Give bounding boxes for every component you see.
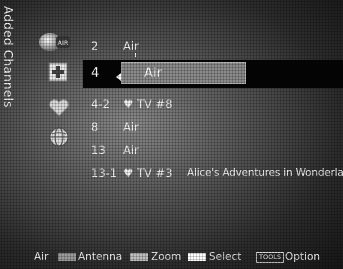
- option-button-label[interactable]: Option: [285, 245, 320, 269]
- channel-type: Air: [123, 143, 139, 157]
- channel-type: ♥ TV #8: [123, 97, 173, 111]
- svg-text:AIR: AIR: [58, 39, 69, 47]
- air-antenna-icon[interactable]: AIR: [38, 30, 72, 56]
- channel-row[interactable]: 4-2 ♥ TV #8: [83, 93, 343, 115]
- channel-number: 13: [91, 143, 106, 157]
- channel-number: 4-2: [91, 97, 110, 111]
- channel-number: 8: [91, 120, 99, 134]
- added-channel-plus-icon[interactable]: [48, 62, 68, 82]
- globe-icon[interactable]: [48, 126, 70, 148]
- antenna-key-icon: [58, 253, 76, 261]
- channel-type: Air: [123, 39, 139, 53]
- source-label: Air: [34, 251, 49, 263]
- tools-key-icon: TOOLS: [256, 252, 284, 263]
- channel-number: 2: [91, 39, 99, 53]
- select-key-icon: [188, 253, 206, 261]
- channel-list-screen: Added Channels AIR 2 Air 4 Air 4-2 ♥ TV …: [0, 0, 343, 269]
- channel-type: Air: [123, 120, 139, 134]
- channel-row[interactable]: 2 Air: [83, 35, 343, 57]
- channel-row[interactable]: 13 Air: [83, 139, 343, 161]
- button-guide-bar: Air Antenna Zoom Select TOOLS Option: [0, 245, 343, 269]
- select-button-label[interactable]: Select: [209, 245, 241, 269]
- channel-row[interactable]: 8 Air: [83, 116, 343, 138]
- selection-arrow-icon: [116, 73, 121, 81]
- channel-type-highlight: Air: [116, 62, 246, 84]
- divider-tick: [135, 53, 136, 57]
- zoom-button-label[interactable]: Zoom: [151, 245, 181, 269]
- channel-list-title: Added Channels: [1, 6, 15, 108]
- channel-number: 13-1: [91, 166, 118, 180]
- channel-row-selected[interactable]: 4 Air: [83, 60, 343, 88]
- zoom-key-icon: [130, 253, 148, 261]
- channel-number: 4: [91, 66, 100, 81]
- channel-program: Alice's Adventures in Wonderland: [187, 167, 343, 179]
- channel-row[interactable]: 13-1 ♥ TV #3 Alice's Adventures in Wonde…: [83, 162, 343, 184]
- antenna-button-label[interactable]: Antenna: [78, 245, 122, 269]
- channel-type-label: Air: [144, 66, 162, 81]
- channel-type: ♥ TV #3: [123, 166, 173, 180]
- favorite-heart-icon[interactable]: [48, 98, 70, 118]
